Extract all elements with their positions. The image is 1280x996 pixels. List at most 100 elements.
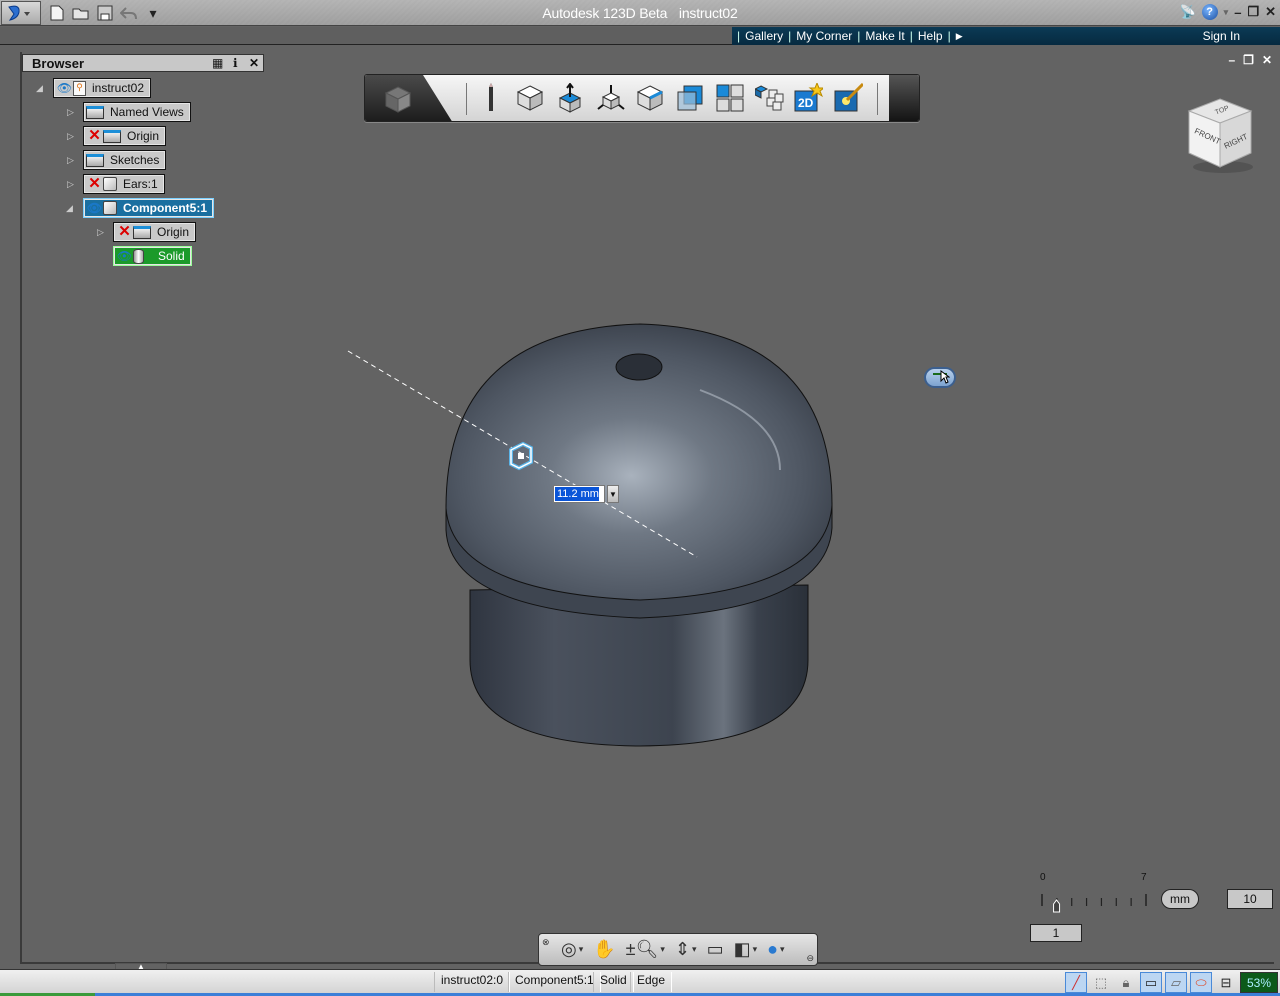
minimize-button[interactable]: – <box>1234 5 1241 20</box>
visibility-eye-icon[interactable]: 👁 <box>116 250 133 262</box>
visibility-eye-icon[interactable]: 👁 <box>56 82 73 94</box>
component-icon <box>103 201 117 215</box>
zoom-percent-display: 53% <box>1240 972 1278 993</box>
modify-split-icon[interactable] <box>635 83 665 113</box>
look-dropdown-icon[interactable]: ▾ <box>692 944 697 955</box>
dimension-dropdown-button[interactable]: ▼ <box>607 485 619 503</box>
view-style-box-icon[interactable]: ◧ <box>734 939 751 960</box>
dimension-input-box: 11.2 mm ▼ <box>553 485 619 503</box>
status-toggles: ╱ ⬚ 🔒︎ ▭ ▱ ⬭ ⊟ 53% <box>1065 972 1278 993</box>
grid-value-field[interactable]: 10 <box>1227 889 1273 909</box>
browser-title: Browser <box>32 56 85 71</box>
ruler-max-label: 7 <box>1141 872 1147 883</box>
tree-node-label: instruct02 <box>92 81 145 95</box>
browser-close-icon[interactable]: ✕ <box>249 56 259 70</box>
tree-node-ears[interactable]: ✕ Ears:1 <box>83 174 165 194</box>
component-icon <box>103 177 117 191</box>
zoom-dropdown-icon[interactable]: ▾ <box>660 944 665 955</box>
folder-icon <box>86 153 104 167</box>
navigation-bar: ⊗ ◎ ▾ ✋ ±🔍︎ ▾ ⇕ ▾ ▭ ◧ ▾ ● ▾ ⊖ <box>538 933 818 966</box>
primitives-box-icon[interactable] <box>515 83 545 113</box>
ruler-min-label: 0 <box>1040 872 1046 883</box>
viewcube[interactable]: TOP FRONT RIGHT <box>1185 95 1255 175</box>
expand-toggle[interactable]: ▷ <box>97 227 104 238</box>
visual-style-dropdown-icon[interactable]: ▾ <box>780 944 785 955</box>
tree-node-solid[interactable]: 👁 Solid <box>113 246 192 266</box>
view-style-dropdown-icon[interactable]: ▾ <box>753 944 758 955</box>
dimension-input[interactable]: 11.2 mm <box>553 485 605 503</box>
tree-node-origin[interactable]: ✕ Origin <box>83 126 167 146</box>
solid-body-icon <box>133 248 144 264</box>
hole <box>615 353 663 381</box>
grid-snap-control: 0 7 mm 10 1 <box>1030 870 1280 945</box>
tree-node-origin-sub[interactable]: ✕ Origin <box>113 222 197 242</box>
navbar-close-icon[interactable]: ⊗ <box>542 937 550 948</box>
expand-toggle[interactable]: ◢ <box>36 83 43 94</box>
zoom-icon[interactable]: ±🔍︎ <box>626 939 659 960</box>
visibility-eye-icon[interactable]: 👁 <box>86 202 103 214</box>
construct-extrude-icon[interactable] <box>555 83 585 113</box>
fit-width-icon[interactable]: ▭ <box>1140 972 1162 993</box>
sketch-pencil-icon[interactable] <box>476 83 506 113</box>
expand-toggle[interactable]: ▷ <box>67 179 74 190</box>
render-magic-icon[interactable] <box>833 83 863 113</box>
tree-node-component5[interactable]: 👁 Component5:1 <box>83 198 214 218</box>
tree-node-instruct02[interactable]: 👁 ⚲ instruct02 <box>53 78 152 98</box>
cap-model[interactable] <box>445 323 833 747</box>
expand-toggle[interactable]: ▷ <box>67 107 74 118</box>
status-selection-type: Edge <box>630 972 673 992</box>
select-tool-icon[interactable]: ╱ <box>1065 972 1087 993</box>
snap-value-field[interactable]: 1 <box>1030 924 1082 942</box>
hidden-eye-icon[interactable]: ✕ <box>86 128 103 143</box>
help-dropdown-icon[interactable]: ▾ <box>1224 7 1229 18</box>
modify-move-icon[interactable] <box>595 83 625 113</box>
ruler-slider-handle[interactable] <box>1053 899 1061 913</box>
snap-ruler[interactable] <box>1030 890 1160 920</box>
folder-icon <box>103 129 121 143</box>
window-select-icon[interactable]: ⬚ <box>1090 972 1112 993</box>
folder-icon <box>133 225 151 239</box>
status-document: instruct02:0 <box>434 972 511 992</box>
tree-node-sketches[interactable]: Sketches <box>83 150 167 170</box>
restore-button[interactable]: ❐ <box>1247 4 1259 20</box>
satellite-dish-icon[interactable]: 📡 <box>1179 4 1195 20</box>
tree-node-label: Solid <box>158 249 185 263</box>
unit-button[interactable]: mm <box>1161 889 1199 909</box>
tree-node-label: Component5:1 <box>123 201 207 215</box>
pan-hand-icon[interactable]: ✋ <box>593 939 615 960</box>
model-viewport[interactable] <box>0 0 1280 996</box>
toolbar-separator <box>877 83 878 115</box>
close-button[interactable]: ✕ <box>1265 4 1276 20</box>
group-components-icon[interactable] <box>755 83 785 113</box>
hidden-eye-icon[interactable]: ✕ <box>86 176 103 191</box>
browser-info-icon[interactable]: ℹ <box>233 56 238 70</box>
help-icon[interactable]: ? <box>1201 4 1218 20</box>
combine-icon[interactable] <box>675 83 705 113</box>
2d-drawing-icon[interactable]: 2D <box>793 83 823 113</box>
collapse-toggle[interactable]: ◢ <box>66 203 73 214</box>
toolbar-end-cap <box>889 75 919 121</box>
ground-shadow-icon[interactable]: ⬭ <box>1190 972 1212 993</box>
expand-toggle[interactable]: ▷ <box>67 131 74 142</box>
orbit-dropdown-icon[interactable]: ▾ <box>579 944 584 955</box>
pattern-icon[interactable] <box>715 83 745 113</box>
cube-grid-menu-icon[interactable] <box>383 85 413 113</box>
orbit-icon[interactable]: ◎ <box>561 939 577 960</box>
split-view-icon[interactable]: ⊟ <box>1215 972 1237 993</box>
hidden-eye-icon[interactable]: ✕ <box>116 224 133 239</box>
browser-calculator-icon[interactable]: ▦ <box>212 56 223 70</box>
lock-icon[interactable]: 🔒︎ <box>1115 972 1137 993</box>
tree-node-label: Origin <box>157 225 190 239</box>
grid-plane-icon[interactable]: ▱ <box>1165 972 1187 993</box>
status-component: Component5:1 <box>508 972 601 992</box>
navbar-options-icon[interactable]: ⊖ <box>806 953 814 964</box>
expand-toggle[interactable]: ▷ <box>67 155 74 166</box>
visual-style-icon[interactable]: ● <box>767 939 778 960</box>
tree-node-label: Named Views <box>110 105 184 119</box>
tree-node-label: Origin <box>127 129 160 143</box>
toolbar-separator <box>466 83 467 115</box>
look-at-icon[interactable]: ⇕ <box>675 939 690 960</box>
window-title: Autodesk 123D Beta instruct02 <box>0 5 1280 21</box>
tree-node-named-views[interactable]: Named Views <box>83 102 191 122</box>
view-window-icon[interactable]: ▭ <box>707 939 724 960</box>
